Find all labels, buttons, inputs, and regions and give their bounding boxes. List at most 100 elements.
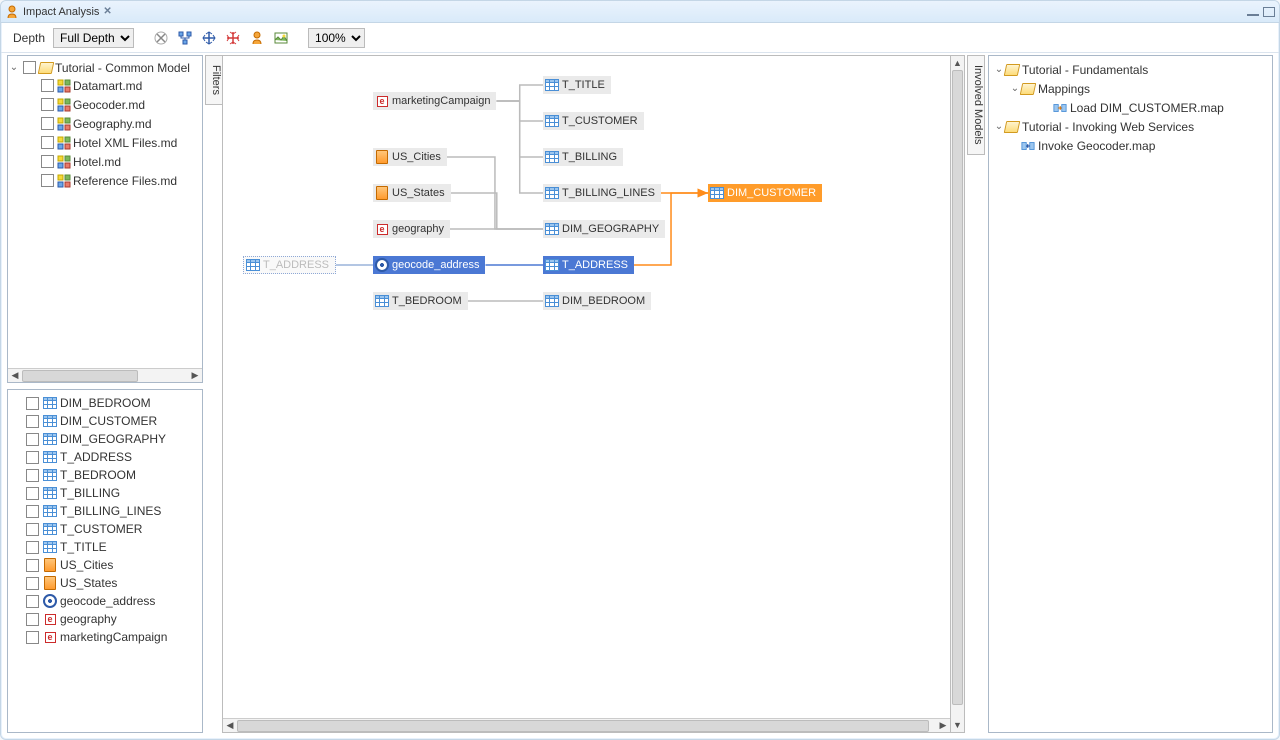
tree-item[interactable]: Invoke Geocoder.map: [1005, 137, 1272, 154]
filter-item[interactable]: geocode_address: [8, 592, 202, 610]
table-icon: [43, 468, 57, 482]
hscrollbar[interactable]: ◀ ▶: [8, 368, 202, 382]
diagram-node[interactable]: US_States: [373, 184, 451, 202]
checkbox[interactable]: [26, 613, 39, 626]
maximize-button[interactable]: [1263, 7, 1275, 17]
filter-item[interactable]: T_CUSTOMER: [8, 520, 202, 538]
file-orange-icon: [375, 150, 389, 164]
toolbar-refresh-icon[interactable]: [152, 29, 170, 47]
diagram-node[interactable]: T_ADDRESS: [243, 256, 336, 274]
minimize-button[interactable]: [1247, 14, 1259, 16]
scroll-down-icon[interactable]: ▼: [951, 718, 964, 732]
model-tree[interactable]: ⌄ Tutorial - Common Model Datamart.md Ge…: [8, 56, 202, 368]
tree-item[interactable]: ⌄ Mappings: [1005, 80, 1272, 97]
tree-item[interactable]: Reference Files.md: [26, 172, 202, 189]
filters-sidetab[interactable]: Filters: [205, 55, 223, 105]
checkbox[interactable]: [41, 155, 54, 168]
filter-item[interactable]: DIM_GEOGRAPHY: [8, 430, 202, 448]
checkbox[interactable]: [26, 433, 39, 446]
filter-item[interactable]: US_Cities: [8, 556, 202, 574]
filter-item[interactable]: T_BILLING: [8, 484, 202, 502]
zoom-select[interactable]: 100%: [308, 28, 365, 48]
scroll-right-icon[interactable]: ▶: [936, 719, 950, 733]
toolbar-tree-icon[interactable]: [176, 29, 194, 47]
tree-item[interactable]: Datamart.md: [26, 77, 202, 94]
table-icon: [375, 294, 389, 308]
checkbox[interactable]: [26, 595, 39, 608]
checkbox[interactable]: [23, 61, 36, 74]
checkbox[interactable]: [26, 505, 39, 518]
depth-select[interactable]: Full Depth: [53, 28, 134, 48]
filter-list[interactable]: DIM_BEDROOM DIM_CUSTOMER DIM_GEOGRAPHY T…: [8, 390, 202, 650]
scroll-left-icon[interactable]: ◀: [223, 719, 237, 733]
diagram-node[interactable]: DIM_BEDROOM: [543, 292, 651, 310]
filter-item[interactable]: T_TITLE: [8, 538, 202, 556]
diagram-node[interactable]: egeography: [373, 220, 450, 238]
diagram-node[interactable]: T_TITLE: [543, 76, 611, 94]
table-icon: [43, 432, 57, 446]
tree-root[interactable]: ⌄ Tutorial - Common Model: [8, 59, 202, 76]
diagram-node[interactable]: geocode_address: [373, 256, 485, 274]
filter-item[interactable]: T_BEDROOM: [8, 466, 202, 484]
filter-item[interactable]: T_ADDRESS: [8, 448, 202, 466]
table-icon: [43, 522, 57, 536]
toolbar-person-icon[interactable]: [248, 29, 266, 47]
diagram-node[interactable]: emarketingCampaign: [373, 92, 496, 110]
diagram-canvas[interactable]: T_ADDRESS emarketingCampaign US_Cities US_S…: [223, 56, 950, 718]
tree-item[interactable]: ⌄ Tutorial - Invoking Web Services: [989, 118, 1272, 135]
table-icon: [43, 396, 57, 410]
model-icon: [57, 79, 71, 93]
chevron-down-icon[interactable]: ⌄: [8, 62, 20, 73]
tree-item[interactable]: Load DIM_CUSTOMER.map: [1037, 99, 1272, 116]
filter-item[interactable]: US_States: [8, 574, 202, 592]
involved-models-tree[interactable]: ⌄ Tutorial - Fundamentals ⌄ Mappings Loa…: [989, 58, 1272, 157]
diagram-node[interactable]: T_BILLING: [543, 148, 623, 166]
checkbox[interactable]: [26, 559, 39, 572]
tree-item[interactable]: Hotel XML Files.md: [26, 134, 202, 151]
filter-item[interactable]: e marketingCampaign: [8, 628, 202, 646]
checkbox[interactable]: [26, 415, 39, 428]
checkbox[interactable]: [41, 98, 54, 111]
scroll-right-icon[interactable]: ▶: [188, 369, 202, 383]
toolbar-image-icon[interactable]: [272, 29, 290, 47]
scroll-left-icon[interactable]: ◀: [8, 369, 22, 383]
tree-item[interactable]: Geocoder.md: [26, 96, 202, 113]
checkbox[interactable]: [41, 79, 54, 92]
checkbox[interactable]: [26, 469, 39, 482]
checkbox[interactable]: [26, 541, 39, 554]
diagram-node[interactable]: T_BILLING_LINES: [543, 184, 661, 202]
diagram-node[interactable]: US_Cities: [373, 148, 447, 166]
tree-item[interactable]: Geography.md: [26, 115, 202, 132]
checkbox[interactable]: [26, 523, 39, 536]
involved-models-sidetab[interactable]: Involved Models: [967, 55, 985, 155]
diagram-node[interactable]: DIM_CUSTOMER: [708, 184, 822, 202]
filter-item[interactable]: T_BILLING_LINES: [8, 502, 202, 520]
diagram-node[interactable]: T_CUSTOMER: [543, 112, 644, 130]
tree-item[interactable]: Hotel.md: [26, 153, 202, 170]
canvas-vscrollbar[interactable]: ▲ ▼: [951, 55, 965, 733]
model-icon: [57, 117, 71, 131]
checkbox[interactable]: [26, 451, 39, 464]
toolbar-expand-icon[interactable]: [200, 29, 218, 47]
diagram-node[interactable]: T_BEDROOM: [373, 292, 468, 310]
filter-item[interactable]: DIM_BEDROOM: [8, 394, 202, 412]
model-tree-panel: ⌄ Tutorial - Common Model Datamart.md Ge…: [7, 55, 203, 383]
checkbox[interactable]: [26, 397, 39, 410]
scroll-up-icon[interactable]: ▲: [951, 56, 964, 70]
checkbox[interactable]: [41, 174, 54, 187]
checkbox[interactable]: [26, 631, 39, 644]
tree-item[interactable]: ⌄ Tutorial - Fundamentals: [989, 61, 1272, 78]
folder-open-icon: [1005, 63, 1019, 77]
checkbox[interactable]: [41, 117, 54, 130]
checkbox[interactable]: [41, 136, 54, 149]
canvas-hscrollbar[interactable]: ◀ ▶: [223, 718, 950, 732]
checkbox[interactable]: [26, 577, 39, 590]
filter-item[interactable]: e geography: [8, 610, 202, 628]
filter-item[interactable]: DIM_CUSTOMER: [8, 412, 202, 430]
close-tab-icon[interactable]: ✕: [103, 6, 111, 17]
diagram-node[interactable]: DIM_GEOGRAPHY: [543, 220, 665, 238]
model-icon: [57, 174, 71, 188]
toolbar-collapse-icon[interactable]: [224, 29, 242, 47]
checkbox[interactable]: [26, 487, 39, 500]
diagram-node[interactable]: T_ADDRESS: [543, 256, 634, 274]
